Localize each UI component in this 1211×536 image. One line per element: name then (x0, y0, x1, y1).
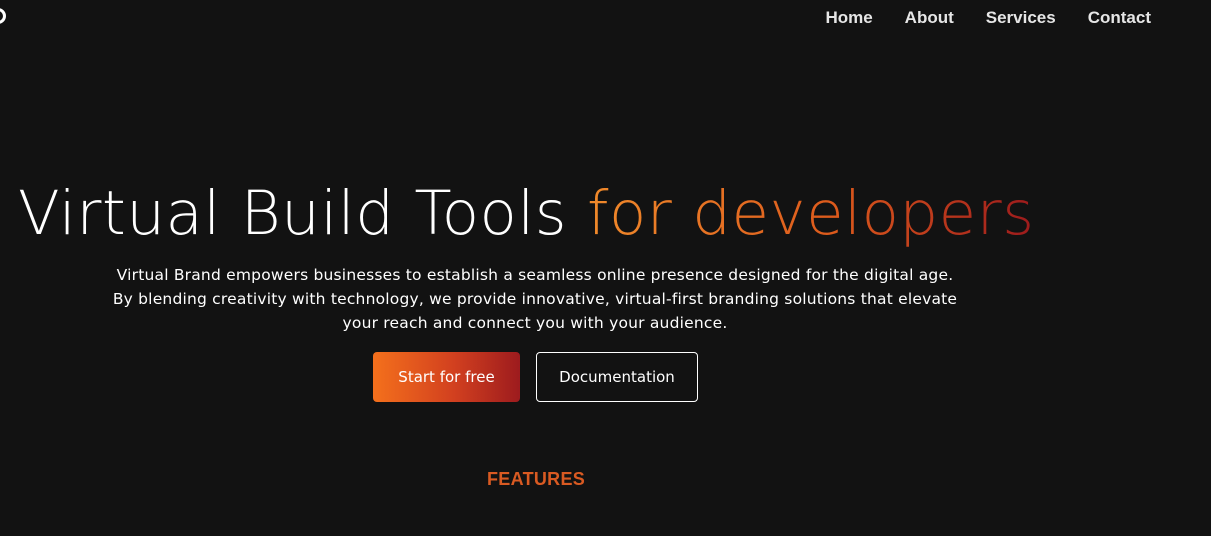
start-for-free-button[interactable]: Start for free (373, 352, 520, 402)
main-nav: Home About Services Contact (825, 8, 1151, 28)
documentation-button[interactable]: Documentation (536, 352, 698, 402)
features-heading: FEATURES (487, 469, 586, 489)
hero-title-accent: for developers (586, 178, 1035, 249)
nav-item-home[interactable]: Home (825, 8, 872, 28)
logo-icon[interactable] (0, 8, 6, 24)
hero-description: Virtual Brand empowers businesses to est… (112, 266, 958, 332)
nav-item-contact[interactable]: Contact (1088, 8, 1151, 28)
cta-buttons: Start for free Documentation (373, 352, 698, 402)
nav-item-services[interactable]: Services (986, 8, 1056, 28)
hero-title-plain: Virtual Build Tools (18, 178, 587, 249)
landing-page: Home About Services Contact Virtual Buil… (0, 0, 1211, 536)
nav-item-about[interactable]: About (905, 8, 954, 28)
hero-title: Virtual Build Tools for developers (18, 178, 1035, 249)
